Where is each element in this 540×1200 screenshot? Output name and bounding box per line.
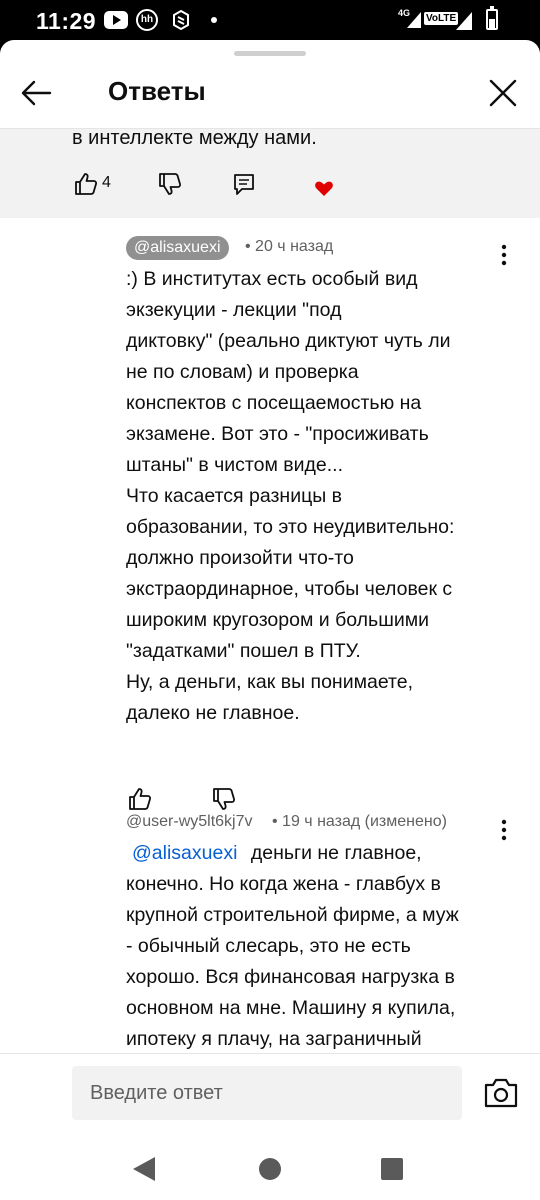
status-bar: 11:29 hh 4G VoLTE xyxy=(0,0,540,40)
reply-line: образовании, то это неудивительно: xyxy=(126,516,455,538)
hh-icon: hh xyxy=(136,9,158,31)
reply-line: экзекуции - лекции "под xyxy=(126,299,342,321)
reply-line-rest: деньги не главное, xyxy=(250,842,422,864)
signal-icon xyxy=(456,12,472,30)
reply-line: не по словам) и проверка xyxy=(126,361,359,383)
reply-line: основном на мне. Машину я купила, xyxy=(126,997,456,1019)
nav-recents-icon[interactable] xyxy=(381,1158,403,1180)
reply-line: штаны" в чистом виде... xyxy=(126,454,344,476)
like-icon[interactable] xyxy=(72,170,100,198)
dislike-icon[interactable] xyxy=(156,170,184,198)
reply-line: - обычный слесарь, это не есть xyxy=(126,935,411,957)
signal-icon xyxy=(407,12,421,28)
reply-line: конспектов с посещаемостью на xyxy=(126,392,422,414)
reply-line: Что касается разницы в xyxy=(126,485,343,507)
reply-line: Ну, а деньги, как вы понимаете, xyxy=(126,671,414,693)
creator-heart-icon xyxy=(315,181,333,196)
close-icon[interactable] xyxy=(480,70,526,116)
reply-icon[interactable] xyxy=(230,170,258,198)
system-nav-bar xyxy=(0,1145,540,1200)
reply-text: :) В институтах есть особый вид экзекуци… xyxy=(126,264,506,729)
like-count: 4 xyxy=(102,174,111,191)
parent-comment-text: в интеллекте между нами. xyxy=(72,127,317,149)
reply-author[interactable]: @alisaxuexi xyxy=(126,236,229,260)
reply-line: :) В институтах есть особый вид xyxy=(126,268,418,290)
notification-dot-icon xyxy=(211,17,217,23)
reply-line: конечно. Но когда жена - главбух в xyxy=(126,873,441,895)
youtube-icon xyxy=(104,11,128,29)
nav-back-icon[interactable] xyxy=(133,1157,155,1181)
camera-icon[interactable] xyxy=(482,1076,520,1110)
reply-line: крупной строительной фирме, а муж xyxy=(126,904,459,926)
status-time: 11:29 xyxy=(36,8,97,34)
reply-line: экстраординарное, чтобы человек с xyxy=(126,578,453,600)
dislike-icon[interactable] xyxy=(210,785,238,813)
reply-meta: • 19 ч назад (изменено) xyxy=(272,813,447,830)
parent-comment: в интеллекте между нами. 4 xyxy=(0,127,540,218)
reply-line: экзамене. Вот это - "просиживать xyxy=(126,423,429,445)
reply-line: диктовку" (реально диктуют чуть ли xyxy=(126,330,451,352)
replies-sheet: Ответы в интеллекте между нами. 4 @alisa… xyxy=(0,40,540,1200)
reply-input-bar xyxy=(0,1053,540,1145)
reply-line: "задатками" пошел в ПТУ. xyxy=(126,640,361,662)
arrow-left-icon[interactable] xyxy=(14,70,60,116)
reply-line: хорошо. Вся финансовая нагрузка в xyxy=(126,966,455,988)
volte-icon: VoLTE xyxy=(424,12,459,25)
reply-line: @alisaxuexi деньги не главное, xyxy=(126,838,506,869)
page-title: Ответы xyxy=(108,76,206,106)
battery-icon xyxy=(486,6,498,30)
mention-link[interactable]: @alisaxuexi xyxy=(132,842,237,864)
reply-line: ипотеку я плачу, на заграничный xyxy=(126,1028,422,1050)
sheet-header: Ответы xyxy=(0,60,540,128)
reply-item: @user-wy5lt6kj7v • 19 ч назад (изменено)… xyxy=(0,810,540,1060)
reply-meta: • 20 ч назад xyxy=(245,238,334,255)
reply-input[interactable] xyxy=(72,1066,462,1120)
reply-author[interactable]: @user-wy5lt6kj7v xyxy=(126,813,253,831)
reply-line: далеко не главное. xyxy=(126,702,300,724)
box-icon xyxy=(173,9,189,31)
reply-text: @alisaxuexi деньги не главное, конечно. … xyxy=(126,838,506,1055)
like-icon[interactable] xyxy=(126,785,154,813)
reply-line: широким кругозором и большими xyxy=(126,609,430,631)
drag-handle[interactable] xyxy=(234,51,306,56)
reply-item: @alisaxuexi • 20 ч назад :) В институтах… xyxy=(0,218,540,810)
nav-home-icon[interactable] xyxy=(259,1158,281,1180)
reply-line: должно произойти что-то xyxy=(126,547,354,569)
